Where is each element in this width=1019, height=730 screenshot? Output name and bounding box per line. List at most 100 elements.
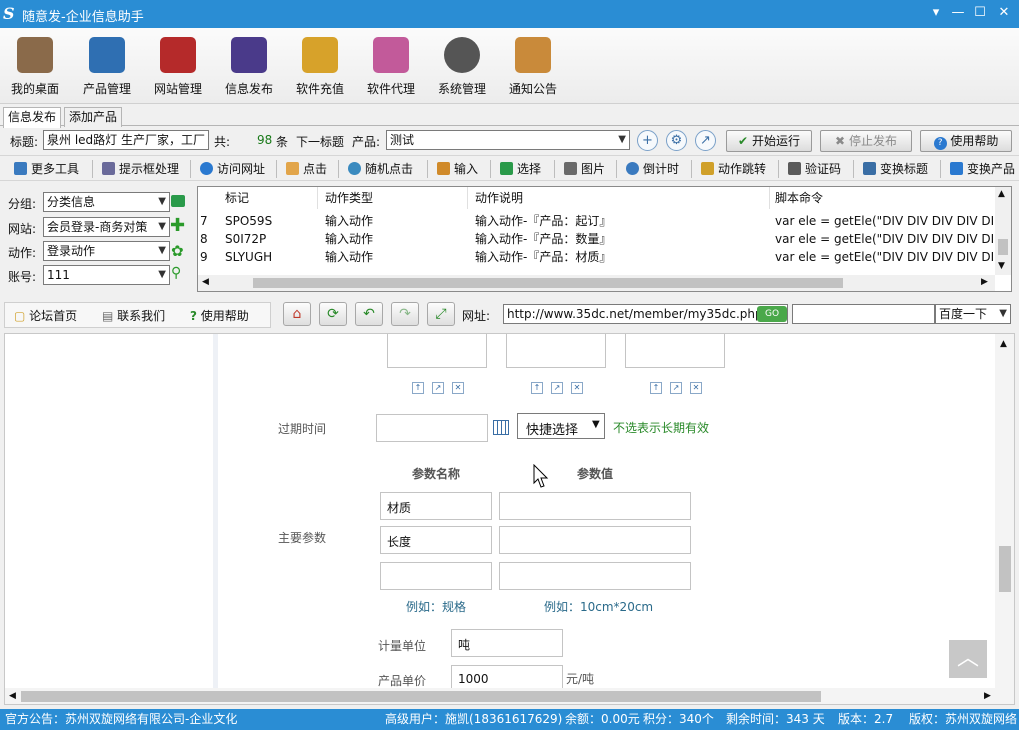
countdown-button[interactable]: 倒计时: [626, 160, 679, 178]
scrollbar-thumb[interactable]: [998, 239, 1008, 255]
param-name-input[interactable]: 长度: [380, 526, 492, 554]
select-button[interactable]: 选择: [500, 160, 541, 178]
next-title-link[interactable]: 下一标题: [296, 133, 344, 150]
toolbar-desktop-button[interactable]: 我的桌面: [0, 28, 70, 104]
minimize-button[interactable]: —: [948, 4, 968, 22]
image-button[interactable]: 图片: [564, 160, 605, 178]
scrollbar-thumb[interactable]: [21, 691, 821, 702]
change-product-button[interactable]: 变换产品: [950, 160, 1019, 178]
scroll-right-icon[interactable]: ▶: [981, 277, 988, 287]
expand-icon[interactable]: ↗: [670, 382, 682, 394]
contact-link[interactable]: ▤ 联系我们: [102, 307, 165, 324]
toolbar-recharge-button[interactable]: 软件充值: [285, 28, 355, 104]
grid-header-mark[interactable]: 标记: [198, 187, 318, 209]
start-run-button[interactable]: ✔ 开始运行: [726, 130, 812, 152]
product-select[interactable]: 测试 ▼: [386, 130, 630, 150]
dialog-handle-button[interactable]: 提示框处理: [102, 160, 179, 178]
home-button[interactable]: ⌂: [283, 302, 311, 326]
toolbar-notice-button[interactable]: 通知公告: [498, 28, 568, 104]
grid-horizontal-scrollbar[interactable]: ◀ ▶: [198, 275, 995, 291]
calendar-icon[interactable]: [493, 420, 509, 435]
gear-green-icon[interactable]: ✿: [171, 242, 184, 260]
upload-icon[interactable]: ↑: [412, 382, 424, 394]
expand-icon[interactable]: ↗: [551, 382, 563, 394]
param-value-input[interactable]: [499, 562, 691, 590]
page-vertical-scrollbar[interactable]: ▲: [995, 334, 1014, 688]
url-input[interactable]: http://www.35dc.net/member/my35dc.php: [503, 304, 788, 324]
add-circle-icon[interactable]: +: [637, 130, 658, 151]
scroll-left-icon[interactable]: ◀: [202, 277, 209, 287]
menu-dropdown-icon[interactable]: ▾: [926, 4, 946, 22]
scroll-left-icon[interactable]: ◀: [9, 691, 16, 701]
upload-icon[interactable]: ↑: [531, 382, 543, 394]
expire-date-input[interactable]: [376, 414, 488, 442]
help-button[interactable]: ? 使用帮助: [920, 130, 1012, 152]
page-horizontal-scrollbar[interactable]: ◀ ▶: [5, 688, 1014, 704]
grid-vertical-scrollbar[interactable]: ▲ ▼: [995, 187, 1011, 275]
search-engine-select[interactable]: 百度一下 ▼: [935, 304, 1011, 324]
scroll-up-icon[interactable]: ▲: [998, 189, 1005, 199]
param-name-input[interactable]: 材质: [380, 492, 492, 520]
unit-input[interactable]: 吨: [451, 629, 563, 657]
action-select[interactable]: 登录动作 ▼: [43, 241, 170, 261]
close-button[interactable]: ✕: [994, 4, 1014, 22]
toolbar-agent-button[interactable]: 软件代理: [356, 28, 426, 104]
account-select[interactable]: 111 ▼: [43, 265, 170, 285]
stop-publish-button[interactable]: ✖ 停止发布: [820, 130, 912, 152]
help-link[interactable]: ? 使用帮助: [190, 307, 249, 324]
site-select[interactable]: 会员登录-商务对策 ▼: [43, 217, 170, 237]
scrollbar-thumb[interactable]: [253, 278, 843, 288]
upload-icon[interactable]: ↑: [650, 382, 662, 394]
chart-circle-icon[interactable]: ↗: [695, 130, 716, 151]
captcha-button[interactable]: 验证码: [788, 160, 841, 178]
grid-header-desc[interactable]: 动作说明: [468, 187, 770, 209]
image-slot[interactable]: [506, 334, 606, 368]
search-input[interactable]: [792, 304, 935, 324]
back-button[interactable]: ↶: [355, 302, 383, 326]
grid-header-script[interactable]: 脚本命令: [770, 187, 995, 209]
visit-url-button[interactable]: 访问网址: [200, 160, 265, 178]
search-green-icon[interactable]: ⚲: [171, 265, 181, 281]
go-icon[interactable]: GO: [757, 306, 787, 322]
more-tools-button[interactable]: 更多工具: [14, 160, 79, 178]
scrollbar-thumb[interactable]: [999, 546, 1011, 592]
image-slot[interactable]: [625, 334, 725, 368]
quick-select-dropdown[interactable]: 快捷选择 ▼: [517, 413, 605, 439]
random-click-button[interactable]: 随机点击: [348, 160, 413, 178]
param-name-input[interactable]: [380, 562, 492, 590]
toolbar-site-button[interactable]: 网站管理: [143, 28, 213, 104]
grid-header-type[interactable]: 动作类型: [318, 187, 468, 209]
forum-home-link[interactable]: ▢ 论坛首页: [14, 307, 77, 324]
toolbar-publish-button[interactable]: 信息发布: [214, 28, 284, 104]
scroll-down-icon[interactable]: ▼: [998, 261, 1005, 271]
settings-circle-icon[interactable]: ⚙: [666, 130, 687, 151]
browser-view[interactable]: ↑ ↗ ✕ ↑ ↗ ✕ ↑ ↗ ✕ 过期时间 快捷选择 ▼ 不选表示长期有效 参…: [4, 333, 1015, 705]
delete-icon[interactable]: ✕: [452, 382, 464, 394]
folder-green-icon[interactable]: [171, 195, 185, 207]
action-jump-button[interactable]: 动作跳转: [701, 160, 766, 178]
param-value-input[interactable]: [499, 526, 691, 554]
official-notice[interactable]: 官方公告：苏州双旋网络有限公司-企业文化: [5, 709, 237, 730]
forward-button[interactable]: ↷: [391, 302, 419, 326]
delete-icon[interactable]: ✕: [690, 382, 702, 394]
scroll-right-icon[interactable]: ▶: [984, 691, 991, 701]
action-grid[interactable]: 标记 动作类型 动作说明 脚本命令 7 SPO59S 输入动作 输入动作-『产品…: [197, 186, 1012, 292]
input-button[interactable]: 输入: [437, 160, 478, 178]
group-select[interactable]: 分类信息 ▼: [43, 192, 170, 212]
delete-icon[interactable]: ✕: [571, 382, 583, 394]
maximize-button[interactable]: ☐: [970, 4, 990, 22]
tab-add-product[interactable]: 添加产品: [64, 107, 123, 127]
refresh-button[interactable]: ⟳: [319, 302, 347, 326]
add-plus-icon[interactable]: ✚: [170, 215, 185, 236]
back-to-top-button[interactable]: ︿: [949, 640, 987, 678]
toolbar-system-button[interactable]: 系统管理: [427, 28, 497, 104]
click-button[interactable]: 点击: [286, 160, 327, 178]
scroll-up-icon[interactable]: ▲: [1000, 339, 1007, 349]
fullscreen-button[interactable]: ⤢: [427, 302, 455, 326]
change-title-button[interactable]: 变换标题: [863, 160, 928, 178]
tab-publish[interactable]: 信息发布: [3, 107, 62, 128]
toolbar-product-button[interactable]: 产品管理: [72, 28, 142, 104]
image-slot[interactable]: [387, 334, 487, 368]
title-input[interactable]: 泉州 led路灯 生产厂家，工厂: [43, 130, 209, 150]
expand-icon[interactable]: ↗: [432, 382, 444, 394]
